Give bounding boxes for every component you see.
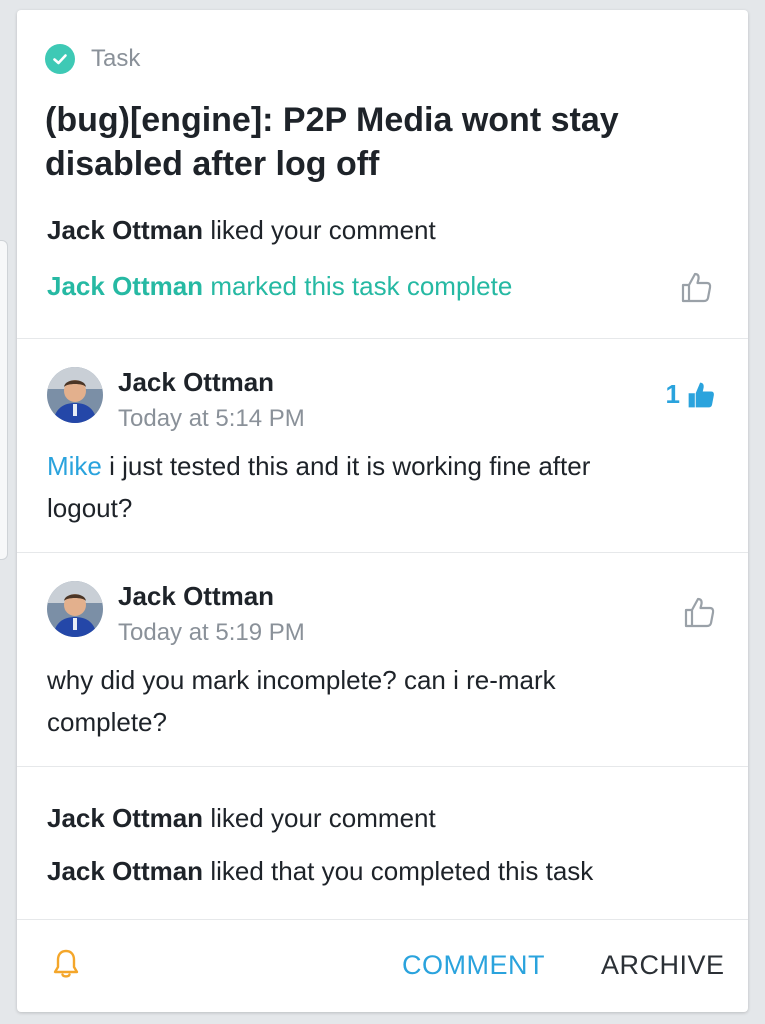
activity-action: marked this task complete (210, 271, 513, 301)
notifications-section: Jack Ottman liked your comment Jack Ottm… (17, 767, 748, 920)
comment-author[interactable]: Jack Ottman (118, 367, 274, 398)
notification-item: Jack Ottman liked your comment (47, 803, 436, 834)
like-count: 1 (665, 379, 680, 409)
mention-link[interactable]: Mike (47, 451, 102, 481)
task-header: Task (bug)[engine]: P2P Media wont stay … (17, 10, 748, 339)
notification-actor[interactable]: Jack Ottman (47, 803, 203, 833)
task-type-text: Task (91, 45, 141, 72)
comment-author[interactable]: Jack Ottman (118, 581, 274, 612)
activity-item: Jack Ottman marked this task complete (47, 271, 512, 302)
activity-actor[interactable]: Jack Ottman (47, 215, 203, 245)
thumbs-up-icon[interactable] (682, 595, 716, 634)
like-button[interactable]: 1 (666, 379, 716, 410)
check-circle-icon (45, 44, 75, 74)
avatar[interactable] (47, 367, 103, 423)
notification-actor[interactable]: Jack Ottman (47, 856, 203, 886)
side-drawer-handle[interactable] (0, 240, 8, 560)
comment-item: Jack Ottman Today at 5:14 PM 1 Mike i ju… (17, 339, 748, 553)
notification-action: liked that you completed this task (210, 856, 594, 886)
comment-timestamp: Today at 5:14 PM (118, 405, 305, 432)
activity-item: Jack Ottman liked your comment (47, 215, 436, 246)
thumbs-up-icon[interactable] (679, 270, 713, 309)
comment-item: Jack Ottman Today at 5:19 PM why did you… (17, 553, 748, 767)
comment-timestamp: Today at 5:19 PM (118, 619, 305, 646)
task-title[interactable]: (bug)[engine]: P2P Media wont stay disab… (45, 98, 685, 186)
comment-button[interactable]: COMMENT (402, 950, 545, 981)
bell-icon[interactable] (51, 948, 81, 985)
archive-button[interactable]: ARCHIVE (601, 950, 725, 981)
comment-text: i just tested this and it is working fin… (47, 451, 591, 523)
task-card: Task (bug)[engine]: P2P Media wont stay … (17, 10, 748, 1012)
comment-body: why did you mark incomplete? can i re-ma… (47, 659, 647, 743)
thumbs-up-icon (688, 382, 714, 407)
comment-body: Mike i just tested this and it is workin… (47, 445, 647, 529)
notification-action: liked your comment (210, 803, 436, 833)
card-footer: COMMENT ARCHIVE (17, 920, 748, 1011)
task-type-label: Task (45, 44, 140, 74)
activity-actor[interactable]: Jack Ottman (47, 271, 203, 301)
activity-action: liked your comment (210, 215, 436, 245)
avatar[interactable] (47, 581, 103, 637)
comment-text: why did you mark incomplete? can i re-ma… (47, 665, 556, 737)
notification-item: Jack Ottman liked that you completed thi… (47, 856, 593, 887)
